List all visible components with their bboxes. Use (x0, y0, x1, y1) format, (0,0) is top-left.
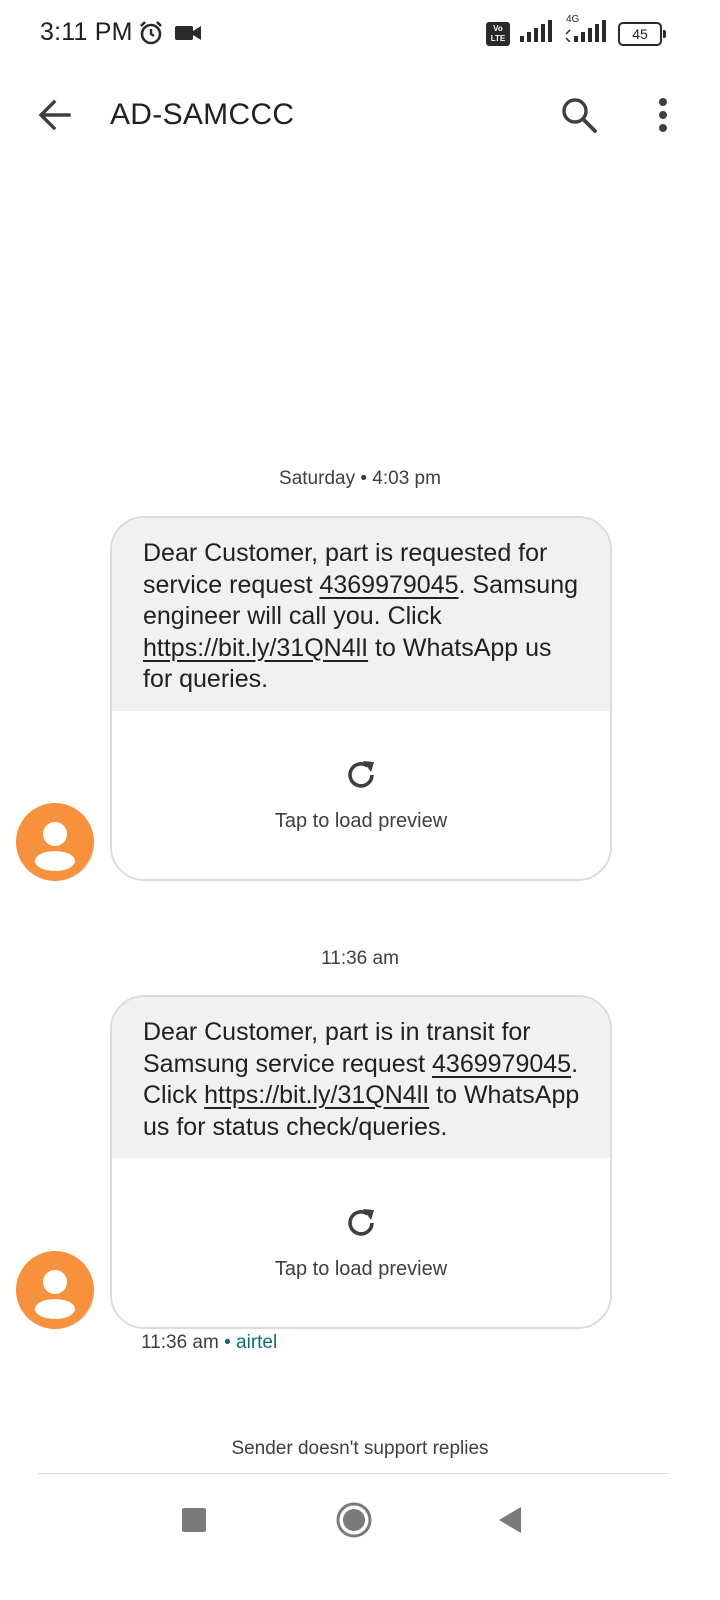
alarm-icon (138, 20, 164, 51)
url-link[interactable]: https://bit.ly/31QN4lI (204, 1081, 429, 1109)
meta-separator: • (218, 1332, 237, 1353)
link-preview-loader[interactable]: Tap to load preview (112, 711, 610, 879)
service-request-number-link[interactable]: 4369979045 (319, 571, 458, 599)
refresh-icon (343, 1205, 379, 1246)
no-reply-notice: Sender doesn't support replies (231, 1438, 489, 1459)
recents-button[interactable] (176, 1504, 212, 1540)
status-left-icons (138, 20, 202, 51)
arrow-left-icon (37, 97, 73, 138)
conversation-title: AD-SAMCCC (110, 98, 295, 131)
url-link[interactable]: https://bit.ly/31QN4lI (143, 634, 368, 662)
message-bubble[interactable]: Dear Customer, part is requested for ser… (110, 516, 612, 881)
status-time: 3:11 PM (40, 18, 133, 46)
back-nav-button[interactable] (492, 1504, 528, 1540)
message-text: Dear Customer, part is requested for ser… (112, 518, 610, 711)
search-button[interactable] (556, 94, 602, 140)
signal-icon-1 (520, 20, 554, 47)
signal-icon-2: 4G (564, 14, 608, 47)
volte-icon: Vo LTE (486, 21, 510, 46)
message-timestamp: Saturday • 4:03 pm (279, 468, 441, 489)
circle-icon (335, 1501, 373, 1544)
video-camera-icon (174, 23, 202, 48)
meta-time: 11:36 am (141, 1332, 219, 1353)
message-text: Dear Customer, part is in transit for Sa… (112, 997, 610, 1158)
network-type: 4G (566, 14, 580, 25)
preview-label: Tap to load preview (274, 810, 448, 832)
service-request-number-link[interactable]: 4369979045 (432, 1050, 571, 1078)
message-bubble[interactable]: Dear Customer, part is in transit for Sa… (110, 995, 612, 1329)
divider (37, 1473, 668, 1474)
message-timestamp: 11:36 am (321, 948, 399, 969)
triangle-back-icon (497, 1506, 523, 1539)
preview-label: Tap to load preview (274, 1257, 448, 1280)
search-icon (560, 96, 598, 139)
refresh-icon (343, 757, 379, 798)
back-button[interactable] (32, 94, 78, 140)
battery-icon: 45 (618, 21, 666, 46)
person-icon (16, 1270, 94, 1329)
home-button[interactable] (334, 1502, 374, 1542)
more-vert-icon (658, 97, 668, 137)
sender-avatar[interactable] (16, 803, 94, 881)
square-icon (182, 1507, 206, 1537)
carrier-label: airtel (236, 1332, 278, 1353)
more-options-button[interactable] (640, 94, 686, 140)
status-right-icons: Vo LTE 4G 45 (486, 14, 666, 47)
link-preview-loader[interactable]: Tap to load preview (112, 1158, 610, 1327)
message-meta: 11:36 am • airtel (141, 1332, 277, 1354)
person-icon (16, 822, 94, 881)
sender-avatar[interactable] (16, 1251, 94, 1329)
